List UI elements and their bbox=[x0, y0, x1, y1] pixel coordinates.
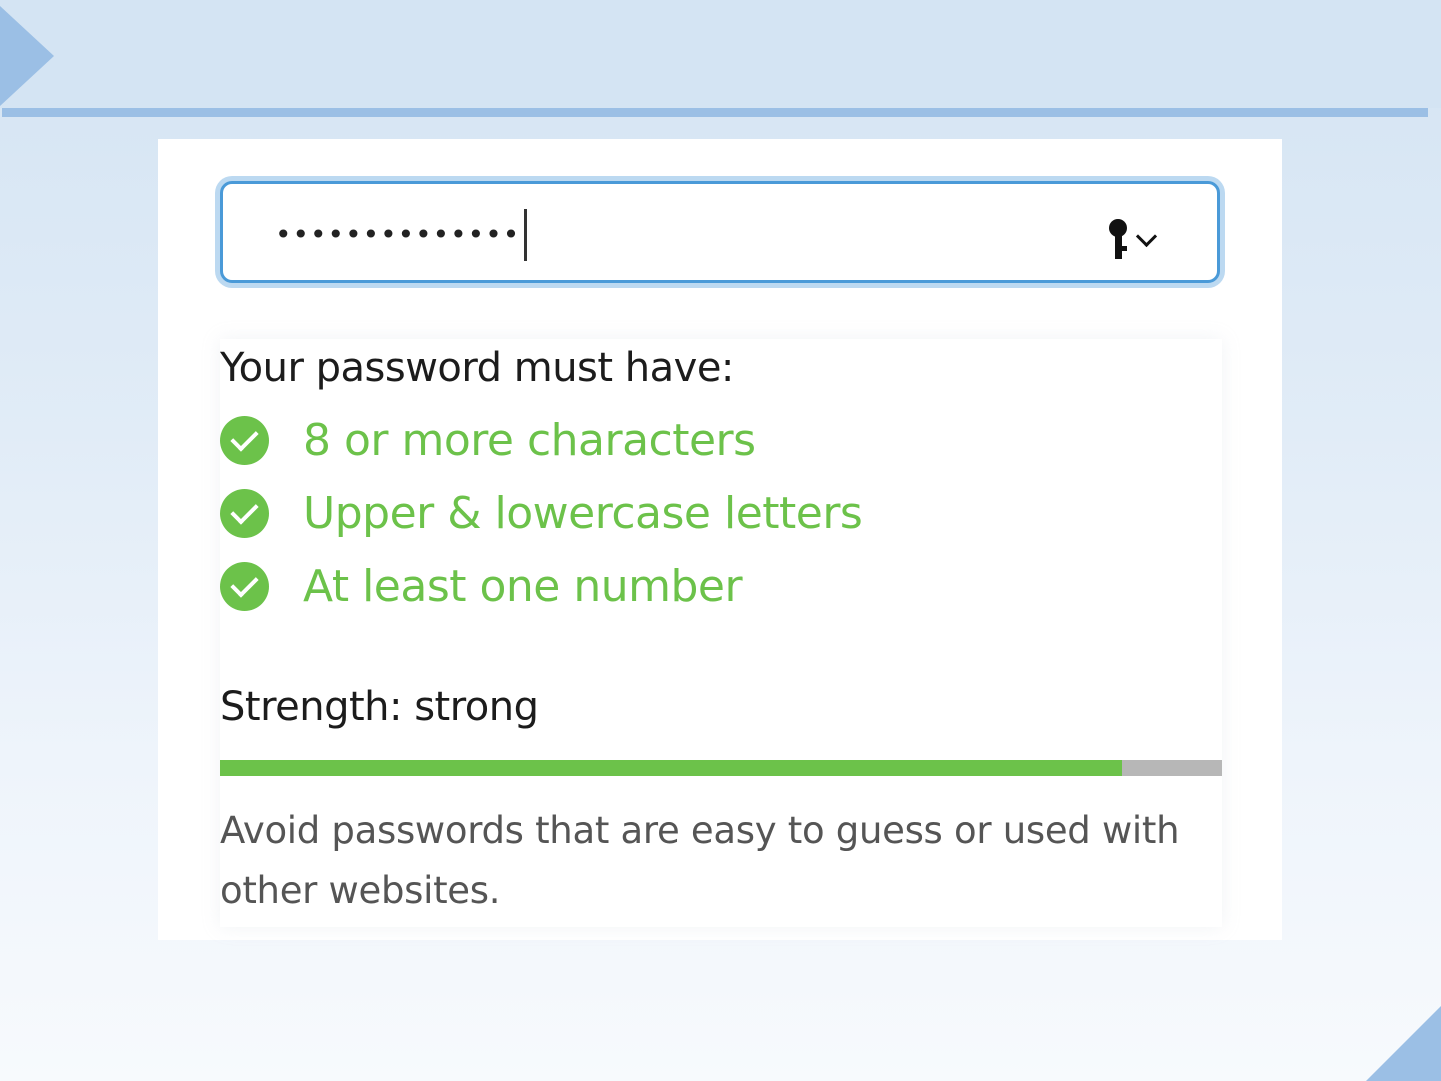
slide-corner-arrow bbox=[0, 6, 54, 106]
header-band bbox=[0, 0, 1441, 108]
strength-meter bbox=[220, 760, 1222, 776]
password-masked-text: •••••••••••••• bbox=[275, 218, 521, 251]
check-circle-icon bbox=[220, 415, 269, 465]
header-divider bbox=[2, 108, 1428, 117]
password-manager-button[interactable] bbox=[1109, 218, 1169, 262]
text-caret bbox=[524, 209, 528, 261]
requirement-label: 8 or more characters bbox=[303, 414, 756, 466]
password-value: •••••••••••••• bbox=[275, 209, 528, 261]
strength-meter-fill bbox=[220, 760, 1122, 776]
key-icon bbox=[1109, 219, 1131, 261]
requirement-item: 8 or more characters bbox=[220, 414, 756, 466]
requirement-label: Upper & lowercase letters bbox=[303, 487, 863, 539]
requirement-label: At least one number bbox=[303, 560, 743, 612]
requirements-title: Your password must have: bbox=[220, 345, 734, 391]
slide-corner-triangle bbox=[1366, 1006, 1441, 1081]
requirement-item: Upper & lowercase letters bbox=[220, 487, 863, 539]
password-card: •••••••••••••• Your password must have: … bbox=[158, 139, 1282, 940]
check-circle-icon bbox=[220, 488, 269, 538]
password-input[interactable]: •••••••••••••• bbox=[220, 181, 1220, 283]
requirement-item: At least one number bbox=[220, 560, 743, 612]
check-circle-icon bbox=[220, 561, 269, 611]
strength-label: Strength: strong bbox=[220, 684, 539, 730]
password-hint: Avoid passwords that are easy to guess o… bbox=[220, 809, 1180, 912]
chevron-down-icon bbox=[1135, 225, 1158, 247]
password-requirements-panel: Your password must have: 8 or more chara… bbox=[220, 339, 1222, 927]
